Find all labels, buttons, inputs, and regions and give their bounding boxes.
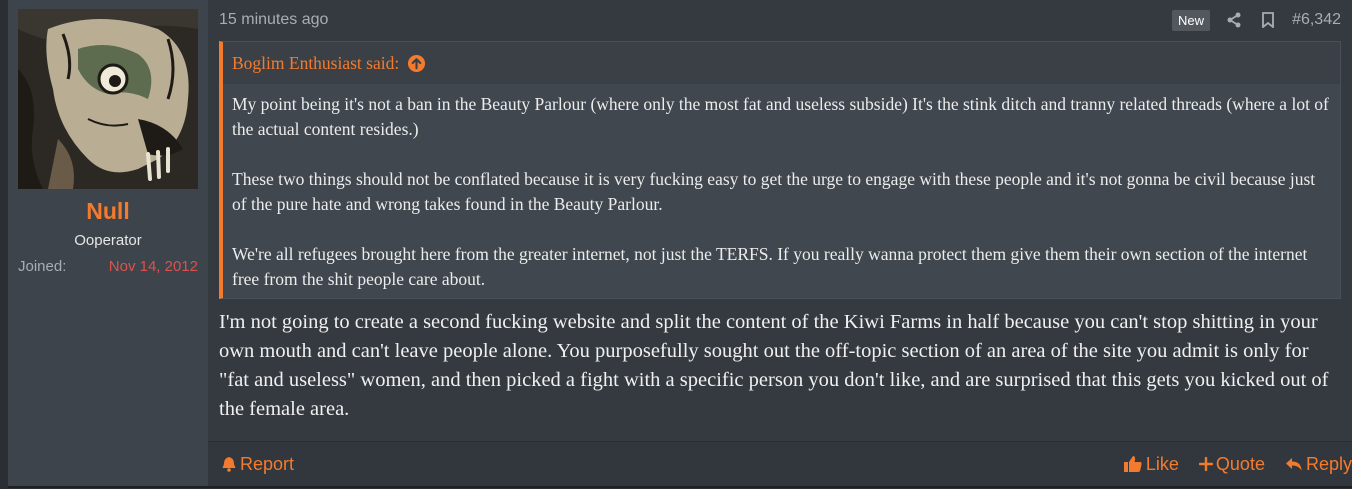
username[interactable]: Null (8, 198, 208, 225)
post-message: I'm not going to create a second fucking… (219, 311, 1329, 420)
post: Null Ooperator Joined: Nov 14, 2012 15 m… (8, 0, 1352, 488)
quote-body: My point being it's not a ban in the Bea… (223, 84, 1340, 298)
post-header-actions: New #6,342 (1172, 9, 1341, 31)
user-title: Ooperator (74, 232, 142, 249)
reply-label: Reply (1305, 453, 1352, 474)
arrow-up-circle-icon[interactable] (407, 54, 426, 73)
post-footer: Report Like Quote Reply (208, 441, 1352, 486)
post-header: 15 minutes ago New #6,342 (219, 8, 1341, 32)
avatar-image (18, 9, 198, 189)
avatar[interactable] (18, 9, 198, 189)
post-main: 15 minutes ago New #6,342 Boglim Enthusi… (208, 0, 1352, 486)
quote-paragraph: We're all refugees brought here from the… (232, 244, 1308, 289)
share-icon[interactable] (1224, 10, 1244, 30)
quote-button[interactable]: Quote (1198, 453, 1265, 475)
quote-paragraph: These two things should not be conflated… (232, 169, 1316, 214)
joined-label: Joined: (18, 258, 67, 275)
quote-header: Boglim Enthusiast said: (223, 42, 1340, 84)
quote-block: Boglim Enthusiast said: My point being i… (219, 41, 1341, 299)
quote-attribution[interactable]: Boglim Enthusiast said: (232, 53, 399, 74)
like-label: Like (1145, 453, 1179, 474)
post-timestamp[interactable]: 15 minutes ago (219, 11, 328, 29)
quote-label: Quote (1215, 453, 1265, 474)
bookmark-icon[interactable] (1258, 10, 1278, 30)
plus-icon (1198, 457, 1213, 471)
post-number[interactable]: #6,342 (1292, 11, 1341, 29)
report-label: Report (240, 453, 295, 474)
report-button[interactable]: Report (221, 454, 294, 475)
new-badge: New (1172, 9, 1211, 31)
reply-button[interactable]: Reply (1285, 454, 1352, 475)
bell-icon (222, 457, 236, 472)
user-sidebar: Null Ooperator Joined: Nov 14, 2012 (8, 0, 208, 486)
joined-date: Nov 14, 2012 (108, 258, 198, 275)
post-actions: Like Quote Reply (1123, 454, 1352, 475)
joined-row: Joined: Nov 14, 2012 (18, 258, 198, 275)
quote-paragraph: My point being it's not a ban in the Bea… (232, 94, 1329, 139)
thumbs-up-icon (1123, 456, 1142, 472)
like-button[interactable]: Like (1123, 454, 1179, 475)
reply-arrow-icon (1285, 458, 1302, 471)
